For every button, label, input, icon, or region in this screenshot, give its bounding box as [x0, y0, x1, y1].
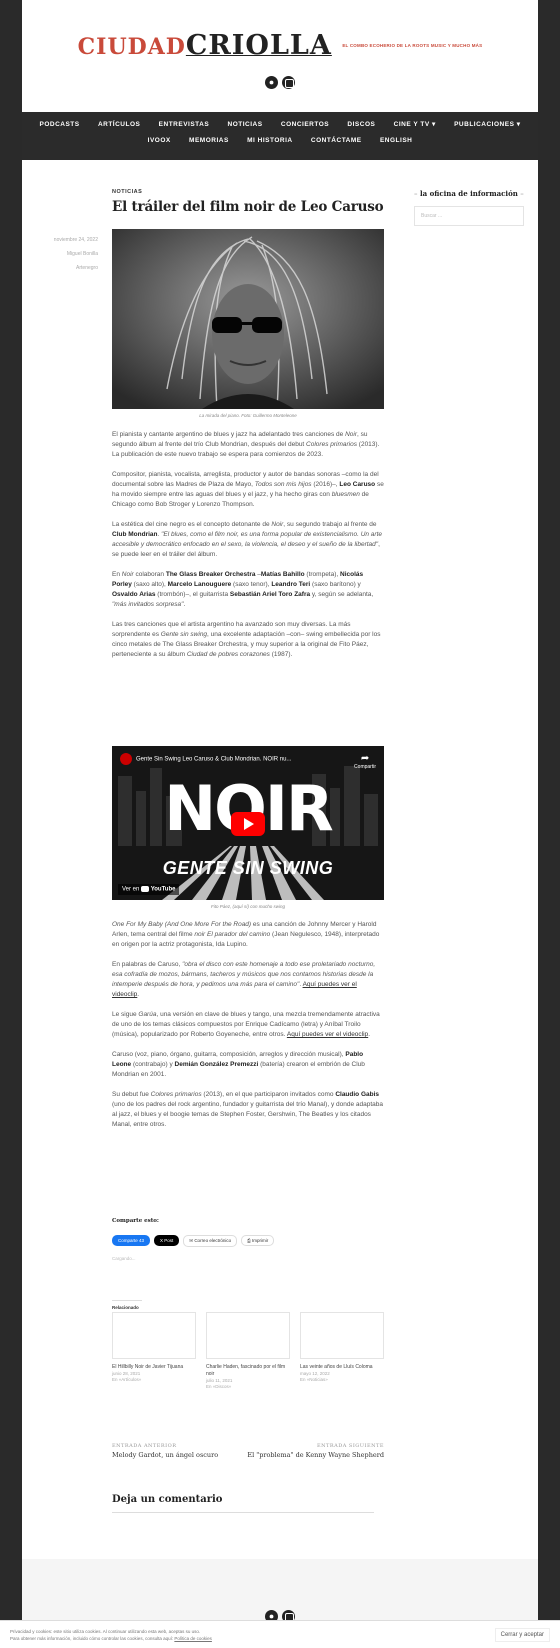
print-button[interactable]: ⎙ Imprimir	[241, 1235, 275, 1246]
play-button[interactable]	[231, 812, 265, 836]
post-title: El tráiler del film noir de Leo Caruso	[112, 199, 384, 215]
post-body-2: One For My Baby (And One More For the Ro…	[112, 921, 384, 1128]
play-icon	[244, 818, 254, 830]
post-date[interactable]: noviembre 24, 2022	[46, 233, 98, 247]
post-category[interactable]: NOTICIAS	[112, 189, 384, 195]
site-header: CIUDADCRIOLLA EL COMBO ECOHERIO DE LA RO…	[22, 0, 538, 112]
related-thumbnail[interactable]	[112, 1312, 196, 1359]
youtube-logo-icon	[141, 886, 150, 892]
nav-cine-tv[interactable]: CINE Y TV ▾	[394, 120, 436, 128]
watch-on-youtube-button[interactable]: Ver en YouTube	[118, 884, 180, 895]
comment-section: Deja un comentario	[112, 1494, 374, 1513]
featured-photo	[112, 229, 384, 409]
nav-contactame[interactable]: CONTÁCTAME	[311, 137, 362, 144]
facebook-share-button[interactable]: Comparte 43	[112, 1235, 151, 1246]
site-tagline: EL COMBO ECOHERIO DE LA ROOTS MUSIC Y MU…	[342, 43, 483, 48]
related-thumbnail[interactable]	[300, 1312, 384, 1359]
search-input[interactable]: Buscar ...	[414, 206, 524, 226]
cookie-banner: Privacidad y cookies: este sitio utiliza…	[0, 1620, 560, 1648]
cookie-text-line2: Para obtener más información, incluido c…	[10, 1636, 174, 1641]
related-thumbnail[interactable]	[206, 1312, 290, 1359]
portrait-image	[112, 229, 384, 409]
video-share-button[interactable]: ➦ Compartir	[354, 753, 376, 771]
next-post-link[interactable]: ENTRADA SIGUIENTE El "problema" de Kenny…	[247, 1443, 384, 1459]
page-frame: CIUDADCRIOLLA EL COMBO ECOHERIO DE LA RO…	[22, 0, 538, 1648]
related-item[interactable]: El Hillbilly Noir de Javier Tijuana juni…	[112, 1312, 196, 1383]
video-title[interactable]: Gente Sin Swing Leo Caruso & Club Mondri…	[136, 757, 291, 763]
header-social	[22, 76, 538, 94]
related-title: Relacionado	[112, 1300, 142, 1310]
post-tag[interactable]: Artenegro	[46, 261, 98, 275]
video-subtitle: GENTE SIN SWING	[162, 858, 334, 878]
post-meta: noviembre 24, 2022 Miguel Bonilla Artene…	[46, 233, 98, 275]
cookie-policy-link[interactable]: Política de cookies	[174, 1636, 212, 1641]
cookie-accept-button[interactable]: Cerrar y aceptar	[494, 1628, 550, 1642]
videoclip-link-2[interactable]: Aquí puedes ver el videoclip	[287, 1031, 368, 1038]
related-item[interactable]: Charlie Haden, fascinado por el film noi…	[206, 1312, 290, 1390]
nav-entrevistas[interactable]: ENTREVISTAS	[159, 121, 210, 128]
nav-ivoox[interactable]: IVOOX	[148, 137, 171, 144]
nav-mi-historia[interactable]: MI HISTORIA	[247, 137, 292, 144]
channel-avatar[interactable]	[120, 753, 132, 765]
nav-podcasts[interactable]: PODCASTS	[40, 121, 80, 128]
post-author[interactable]: Miguel Bonilla	[46, 247, 98, 261]
share-arrow-icon: ➦	[360, 753, 370, 764]
facebook-icon[interactable]	[265, 76, 278, 89]
youtube-embed[interactable]: Gente Sin Swing Leo Caruso & Club Mondri…	[112, 746, 384, 900]
nav-english[interactable]: ENGLISH	[380, 137, 412, 144]
x-post-button[interactable]: X Post	[154, 1235, 180, 1246]
sidebar-title: la oficina de información	[414, 189, 524, 198]
main-nav: PODCASTS ARTÍCULOS ENTREVISTAS NOTICIAS …	[22, 112, 538, 160]
comment-title: Deja un comentario	[112, 1494, 223, 1505]
nav-noticias[interactable]: NOTICIAS	[228, 121, 263, 128]
nav-articulos[interactable]: ARTÍCULOS	[98, 121, 140, 128]
share-title: Comparte esto:	[112, 1218, 159, 1224]
instagram-icon[interactable]	[282, 76, 295, 89]
share-section: Comparte esto: Comparte 43 X Post ✉ Correo…	[112, 1218, 384, 1247]
nav-conciertos[interactable]: CONCIERTOS	[281, 121, 329, 128]
nav-memorias[interactable]: MEMORIAS	[189, 137, 229, 144]
cookie-text-line1: Privacidad y cookies: este sitio utiliza…	[10, 1629, 201, 1634]
site-logo[interactable]: CIUDADCRIOLLA	[78, 30, 332, 61]
photo-caption: La mirada del piano. Foto: Guillermo Mon…	[199, 413, 297, 418]
nav-publicaciones[interactable]: PUBLICACIONES ▾	[454, 120, 520, 128]
nav-discos[interactable]: DISCOS	[347, 121, 375, 128]
entry-header: NOTICIAS El tráiler del film noir de Leo…	[112, 189, 384, 215]
email-share-button[interactable]: ✉ Correo electrónico	[183, 1235, 238, 1247]
video-caption: Fito Páez, (aquí sí) con mucho swing	[210, 904, 286, 909]
sidebar: la oficina de información Buscar ...	[414, 189, 524, 226]
post-body: El pianista y cantante argentino de blue…	[112, 431, 384, 658]
previous-post-link[interactable]: ENTRADA ANTERIOR Melody Gardot, un ángel…	[112, 1443, 218, 1459]
likes-loading: Cargando...	[112, 1256, 136, 1261]
related-item[interactable]: Las veinte años de Lluís Coloma mayo 12,…	[300, 1312, 384, 1383]
